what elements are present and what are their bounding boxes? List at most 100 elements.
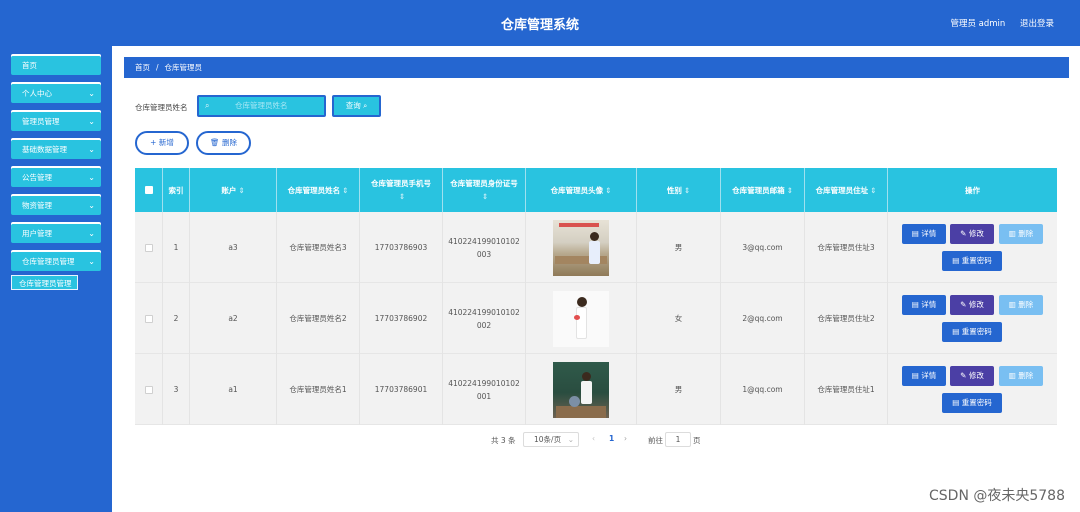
col-header-avatar[interactable]: 仓库管理员头像 ⇕ <box>526 168 637 212</box>
row-select-cell <box>135 283 163 354</box>
detail-button[interactable]: ▤ 详情 <box>902 224 946 244</box>
row-checkbox[interactable] <box>144 314 153 323</box>
col-header-account[interactable]: 账户 ⇕ <box>190 168 277 212</box>
select-all-cell <box>135 168 163 212</box>
cell-id-number: 410224199010102 001 <box>443 354 526 425</box>
cell-gender: 男 <box>637 354 721 425</box>
cell-actions: ▤ 详情 ✎ 修改 ▥ 删除 ▤ 重置密码 <box>888 212 1057 283</box>
delete-button[interactable]: ▥ 删除 <box>999 224 1043 244</box>
goto-page-input[interactable]: 1 <box>665 432 691 447</box>
search-placeholder: 仓库管理员姓名 <box>235 101 288 110</box>
prev-page-button[interactable]: ‹ <box>592 434 595 443</box>
plus-icon: + <box>150 138 157 147</box>
cell-account: a3 <box>190 212 277 283</box>
sidebar-item-7[interactable]: 仓库管理员管理 ⌄ <box>11 252 101 271</box>
sidebar-item-label: 个人中心 <box>22 89 52 98</box>
delete-button-label: 删除 <box>221 138 237 147</box>
search-icon: ⌕ <box>363 101 368 110</box>
cell-name: 仓库管理员姓名3 <box>277 212 360 283</box>
pagination-total: 共 3 条 <box>491 436 516 445</box>
select-all-checkbox[interactable] <box>144 186 153 194</box>
table-row: 1 a3 仓库管理员姓名3 17703786903 410224199010102 003… <box>135 212 1057 283</box>
cell-address: 仓库管理员住址2 <box>805 283 888 354</box>
row-checkbox[interactable] <box>144 243 153 252</box>
cell-email: 3@qq.com <box>721 212 805 283</box>
col-header-gender[interactable]: 性别 ⇕ <box>637 168 721 212</box>
sidebar-item-0[interactable]: 首页 <box>11 56 101 75</box>
sidebar-item-2[interactable]: 管理员管理 ⌄ <box>11 112 101 131</box>
page-number-current[interactable]: 1 <box>609 434 614 443</box>
document-icon: ▤ <box>952 398 960 407</box>
detail-button[interactable]: ▤ 详情 <box>902 366 946 386</box>
col-header-actions: 操作 <box>965 185 980 195</box>
sort-icon: ⇕ <box>870 185 877 195</box>
chevron-down-icon: ⌄ <box>88 145 95 154</box>
add-button[interactable]: + 新增 <box>135 131 189 155</box>
cell-avatar <box>526 212 637 283</box>
data-table: 索引 账户 ⇕ 仓库管理员姓名 ⇕ 仓库管理员手机号 ⇕ 仓库管理员身份证号 ⇕ 仓库管… <box>135 168 1057 425</box>
reset-password-button[interactable]: ▤ 重置密码 <box>942 322 1002 342</box>
sidebar-subitem-warehouse-admin[interactable]: 仓库管理员管理 <box>11 275 78 290</box>
edit-button[interactable]: ✎ 修改 <box>950 224 994 244</box>
sidebar-item-5[interactable]: 物资管理 ⌄ <box>11 196 101 215</box>
query-button-label: 查询 <box>345 101 361 110</box>
chevron-down-icon: ⌄ <box>88 117 95 126</box>
sidebar-item-label: 仓库管理员管理 <box>22 257 75 266</box>
table-body: 1 a3 仓库管理员姓名3 17703786903 410224199010102 003… <box>135 212 1057 425</box>
delete-button[interactable]: ▥ 删除 <box>999 366 1043 386</box>
cell-phone: 17703786901 <box>360 354 443 425</box>
col-header-email[interactable]: 仓库管理员邮箱 ⇕ <box>721 168 805 212</box>
sidebar-item-label: 用户管理 <box>22 229 52 238</box>
page-size-select[interactable]: 10条/页 ⌄ <box>523 432 579 447</box>
query-button[interactable]: 查询 ⌕ <box>332 95 381 117</box>
sidebar-item-3[interactable]: 基础数据管理 ⌄ <box>11 140 101 159</box>
sidebar-item-1[interactable]: 个人中心 ⌄ <box>11 84 101 103</box>
sort-icon: ⇕ <box>238 185 245 195</box>
top-header-bar: 仓库管理系统 管理员 admin 退出登录 <box>0 0 1080 46</box>
cell-phone: 17703786903 <box>360 212 443 283</box>
edit-button[interactable]: ✎ 修改 <box>950 366 994 386</box>
delete-button[interactable]: ▥ 删除 <box>999 295 1043 315</box>
row-checkbox[interactable] <box>144 385 153 394</box>
pencil-icon: ✎ <box>960 371 967 380</box>
document-icon: ▤ <box>911 229 919 238</box>
chevron-down-icon: ⌄ <box>567 435 574 444</box>
cell-name: 仓库管理员姓名2 <box>277 283 360 354</box>
cell-address: 仓库管理员住址1 <box>805 354 888 425</box>
sidebar-item-6[interactable]: 用户管理 ⌄ <box>11 224 101 243</box>
breadcrumb-separator: / <box>156 63 159 72</box>
detail-button[interactable]: ▤ 详情 <box>902 295 946 315</box>
breadcrumb-home[interactable]: 首页 <box>135 63 150 72</box>
sort-icon: ⇕ <box>342 185 349 195</box>
app-title: 仓库管理系统 <box>500 18 579 33</box>
chevron-down-icon: ⌄ <box>88 89 95 98</box>
cell-actions: ▤ 详情 ✎ 修改 ▥ 删除 ▤ 重置密码 <box>888 283 1057 354</box>
col-header-name[interactable]: 仓库管理员姓名 ⇕ <box>277 168 360 212</box>
reset-password-button[interactable]: ▤ 重置密码 <box>942 393 1002 413</box>
search-label: 仓库管理员姓名 <box>135 103 188 112</box>
avatar[interactable] <box>553 219 609 276</box>
avatar[interactable] <box>553 290 609 347</box>
search-icon: ⌕ <box>205 101 210 110</box>
col-header-address[interactable]: 仓库管理员住址 ⇕ <box>805 168 888 212</box>
pagination: 共 3 条 10条/页 ⌄ ‹ 1 › 前往 1 页 <box>491 432 741 448</box>
col-header-id-number[interactable]: 仓库管理员身份证号 ⇕ <box>443 168 526 212</box>
sidebar-item-4[interactable]: 公告管理 ⌄ <box>11 168 101 187</box>
logout-link[interactable]: 退出登录 <box>1020 19 1054 29</box>
col-header-phone[interactable]: 仓库管理员手机号 ⇕ <box>360 168 443 212</box>
avatar[interactable] <box>553 361 609 418</box>
sidebar-item-label: 物资管理 <box>22 201 52 210</box>
batch-delete-button[interactable]: 🗑︎ 删除 <box>196 131 251 155</box>
edit-button[interactable]: ✎ 修改 <box>950 295 994 315</box>
cell-gender: 男 <box>637 212 721 283</box>
reset-password-button[interactable]: ▤ 重置密码 <box>942 251 1002 271</box>
search-input[interactable]: ⌕ 仓库管理员姓名 <box>197 95 326 117</box>
document-icon: ▤ <box>952 256 960 265</box>
cell-account: a2 <box>190 283 277 354</box>
cell-avatar <box>526 354 637 425</box>
document-icon: ▤ <box>952 327 960 336</box>
next-page-button[interactable]: › <box>624 434 627 443</box>
sidebar-item-label: 首页 <box>22 61 37 70</box>
sidebar-item-label: 公告管理 <box>22 173 52 182</box>
sort-icon: ⇕ <box>398 192 406 201</box>
